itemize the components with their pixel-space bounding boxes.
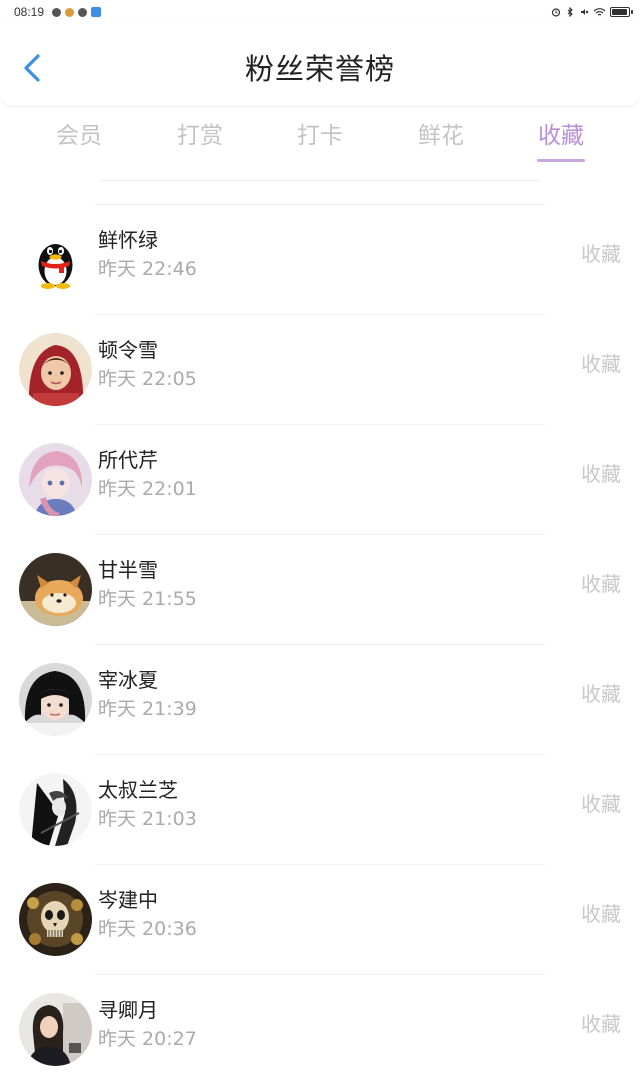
monochrome-figure-avatar (19, 773, 92, 846)
avatar (19, 883, 92, 956)
list-item[interactable]: 鲜怀绿 昨天 22:46 收藏 (0, 204, 640, 314)
app-notification-icon (91, 7, 102, 17)
avatar (19, 333, 92, 406)
fan-name: 鲜怀绿 (98, 228, 158, 252)
fan-time: 昨天 21:55 (98, 588, 197, 610)
list-item[interactable]: 寻卿月 昨天 20:27 收藏 (0, 974, 640, 1084)
bluetooth-icon (567, 7, 573, 17)
fan-time: 昨天 21:03 (98, 808, 197, 830)
list-item[interactable]: 顿令雪 昨天 22:05 收藏 (0, 314, 640, 424)
header: 粉丝荣誉榜 (0, 24, 640, 107)
favorite-action: 收藏 (581, 352, 621, 376)
avatar (19, 663, 92, 736)
fan-list: 鲜怀绿 昨天 22:46 收藏 顿令雪 昨天 22:05 收藏 所代芹 昨天 2… (0, 204, 640, 1084)
avatar (19, 773, 92, 846)
status-bar-right (551, 7, 633, 17)
tab-label: 打卡 (297, 123, 343, 149)
qq-penguin-avatar (19, 223, 92, 296)
qq-notification-icon (52, 7, 62, 17)
fan-name: 岑建中 (98, 888, 158, 912)
list-item[interactable]: 甘半雪 昨天 21:55 收藏 (0, 534, 640, 644)
anime-girl-avatar (19, 443, 92, 516)
status-bar: 08:19 (0, 0, 640, 24)
tab-checkin[interactable]: 打卡 (275, 116, 365, 162)
avatar (19, 993, 92, 1066)
status-time: 08:19 (14, 5, 45, 19)
fan-name: 宰冰夏 (98, 668, 158, 692)
mute-icon (581, 9, 589, 15)
list-item[interactable]: 宰冰夏 昨天 21:39 收藏 (0, 644, 640, 754)
status-bar-left: 08:19 (14, 5, 102, 19)
app-notification-icon (65, 7, 75, 17)
favorite-action: 收藏 (581, 792, 621, 816)
page-title: 粉丝荣誉榜 (244, 52, 395, 86)
avatar (19, 553, 92, 626)
favorite-action: 收藏 (581, 572, 621, 596)
girl-black-hair-avatar (19, 663, 92, 736)
fan-name: 顿令雪 (98, 338, 158, 362)
fan-time: 昨天 20:27 (98, 1028, 197, 1050)
list-item[interactable]: 太叔兰芝 昨天 21:03 收藏 (0, 754, 640, 864)
list-item[interactable]: 岑建中 昨天 20:36 收藏 (0, 864, 640, 974)
tab-flowers[interactable]: 鲜花 (396, 116, 486, 162)
tab-label: 会员 (56, 123, 102, 149)
woman-photo-avatar (19, 993, 92, 1066)
tab-label: 打赏 (177, 123, 223, 149)
wifi-icon (593, 8, 606, 16)
alarm-icon (551, 8, 561, 17)
tab-label: 鲜花 (418, 123, 464, 149)
divider (100, 180, 540, 181)
skull-art-avatar (19, 883, 92, 956)
active-tab-indicator (537, 159, 585, 162)
favorite-action: 收藏 (581, 1012, 621, 1036)
battery-icon (610, 7, 633, 17)
tab-member[interactable]: 会员 (34, 116, 124, 162)
fan-name: 寻卿月 (98, 998, 158, 1022)
fan-time: 昨天 22:05 (98, 368, 197, 390)
fan-time: 昨天 21:39 (98, 698, 197, 720)
puppy-avatar (19, 553, 92, 626)
fan-name: 所代芹 (98, 448, 158, 472)
fan-time: 昨天 20:36 (98, 918, 197, 940)
tab-favorites[interactable]: 收藏 (516, 116, 606, 162)
tab-label: 收藏 (538, 123, 584, 149)
qq-notification-icon (78, 7, 88, 17)
avatar (19, 443, 92, 516)
favorite-action: 收藏 (581, 902, 621, 926)
fan-name: 太叔兰芝 (98, 778, 178, 802)
tab-bar: 会员 打赏 打卡 鲜花 收藏 (0, 106, 640, 166)
avatar (19, 223, 92, 296)
favorite-action: 收藏 (581, 242, 621, 266)
favorite-action: 收藏 (581, 462, 621, 486)
favorite-action: 收藏 (581, 682, 621, 706)
list-item[interactable]: 所代芹 昨天 22:01 收藏 (0, 424, 640, 534)
girl-red-hood-avatar (19, 333, 92, 406)
tab-reward[interactable]: 打赏 (155, 116, 245, 162)
fan-time: 昨天 22:01 (98, 478, 197, 500)
fan-name: 甘半雪 (98, 558, 158, 582)
fan-time: 昨天 22:46 (98, 258, 197, 280)
